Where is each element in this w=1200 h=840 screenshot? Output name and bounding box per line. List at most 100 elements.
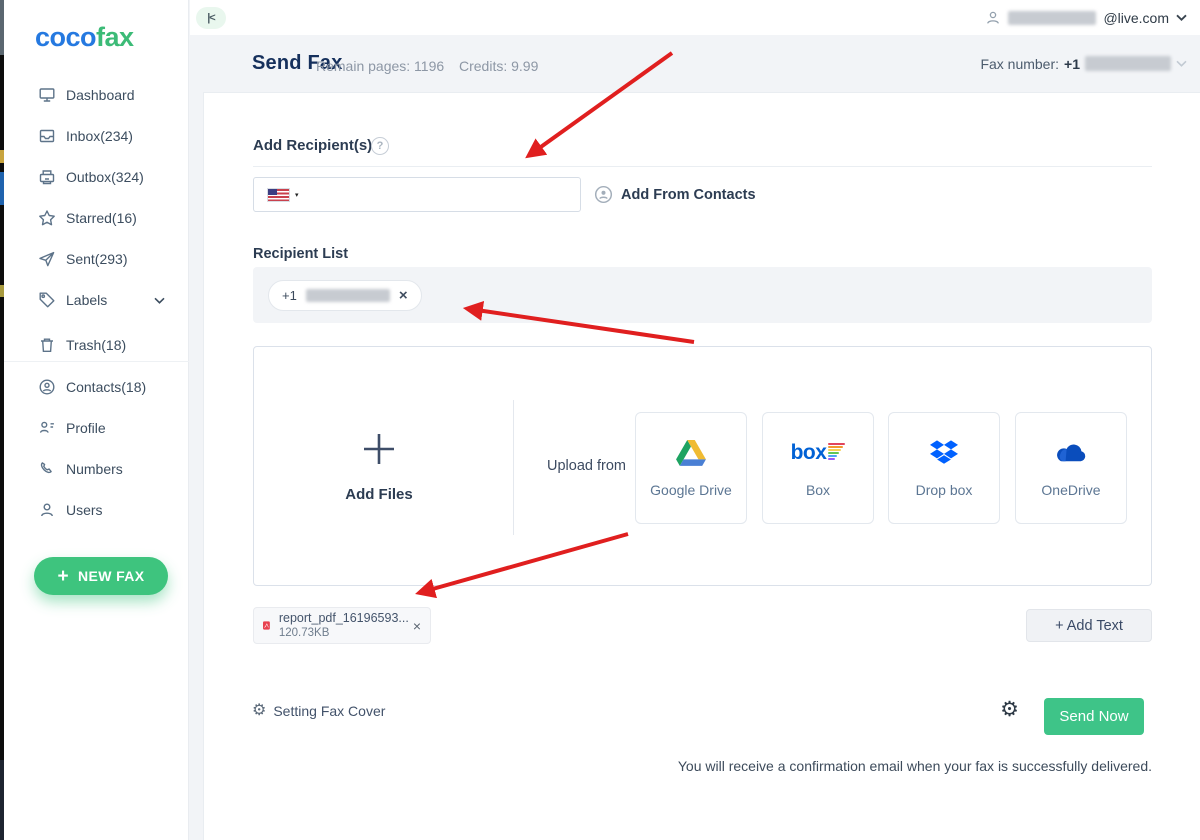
fax-number-label: Fax number: <box>980 56 1059 72</box>
blurred-fax-number <box>1085 56 1171 71</box>
sidebar-item-label: Sent(293) <box>66 251 127 267</box>
service-label: Drop box <box>916 482 973 498</box>
question-glyph: ? <box>377 140 384 152</box>
sidebar-item-users[interactable]: Users <box>4 490 189 530</box>
page-header: Send Fax Remain pages: 1196 Credits: 9.9… <box>190 35 1200 92</box>
upload-from-label: Upload from <box>547 458 626 474</box>
sidebar-item-label: Numbers <box>66 461 123 477</box>
chevron-down-icon <box>154 297 165 304</box>
onedrive-icon <box>1054 438 1088 468</box>
dropbox-icon <box>930 438 958 468</box>
profile-icon <box>38 419 56 437</box>
sidebar-divider <box>4 361 189 362</box>
topbar: |< @live.com <box>190 0 1200 35</box>
email-suffix: @live.com <box>1103 10 1169 26</box>
sidebar-item-label: Trash(18) <box>66 337 126 353</box>
recipient-number-input[interactable] <box>305 178 580 211</box>
outbox-icon <box>38 168 56 186</box>
remove-recipient-button[interactable]: × <box>399 288 408 303</box>
add-text-button[interactable]: + Add Text <box>1026 609 1152 642</box>
cocofax-logo: cocofax <box>35 22 134 53</box>
plus-icon: + <box>57 567 69 586</box>
star-icon <box>38 209 56 227</box>
add-files-label: Add Files <box>304 486 454 503</box>
blurred-email-prefix <box>1008 11 1096 25</box>
sidebar-item-sent[interactable]: Sent(293) <box>4 239 189 279</box>
send-settings-gear-icon[interactable]: ⚙ <box>1000 699 1019 720</box>
account-menu[interactable]: @live.com <box>985 0 1187 35</box>
add-recipients-title: Add Recipient(s) <box>253 137 372 154</box>
sidebar-item-outbox[interactable]: Outbox(324) <box>4 157 189 197</box>
recipient-chip-prefix: +1 <box>282 288 297 303</box>
sidebar-item-label: Dashboard <box>66 87 135 103</box>
file-name: report_pdf_16196593... <box>279 611 409 625</box>
person-icon <box>985 10 1001 26</box>
inbox-icon <box>38 127 56 145</box>
monitor-icon <box>38 86 56 104</box>
sidebar-item-profile[interactable]: Profile <box>4 408 189 448</box>
sidebar-item-label: Starred(16) <box>66 210 137 226</box>
logo-coco: coco <box>35 22 96 52</box>
recipient-list-title: Recipient List <box>253 246 348 262</box>
new-fax-button[interactable]: + NEW FAX <box>34 557 168 595</box>
confirmation-note: You will receive a confirmation email wh… <box>678 758 1152 774</box>
setting-fax-cover-button[interactable]: ⚙ Setting Fax Cover <box>252 703 385 719</box>
box-wordmark: box <box>791 444 827 462</box>
sidebar-item-label: Labels <box>66 292 107 308</box>
sidebar-item-label: Inbox(234) <box>66 128 133 144</box>
sidebar-item-label: Profile <box>66 420 106 436</box>
onedrive-button[interactable]: OneDrive <box>1015 412 1127 524</box>
sidebar-item-numbers[interactable]: Numbers <box>4 449 189 489</box>
plus-icon <box>360 430 398 468</box>
recipient-number-field: ▾ <box>253 177 581 212</box>
recipient-chip: +1 × <box>268 280 422 311</box>
recipient-list: +1 × <box>253 267 1152 323</box>
google-drive-button[interactable]: Google Drive <box>635 412 747 524</box>
user-icon <box>38 501 56 519</box>
main-area: |< @live.com Send Fax Remain pages: 1196… <box>190 0 1200 840</box>
file-size: 120.73KB <box>279 627 409 640</box>
credits: Credits: 9.99 <box>459 58 538 74</box>
sidebar-item-contacts[interactable]: Contacts(18) <box>4 367 189 407</box>
chevron-down-icon <box>1176 14 1187 21</box>
blurred-recipient-number <box>306 289 390 302</box>
send-now-button[interactable]: Send Now <box>1044 698 1144 735</box>
box-button[interactable]: box Box <box>762 412 874 524</box>
box-icon: box <box>791 438 846 468</box>
logo-fax: fax <box>96 22 134 52</box>
google-drive-icon <box>676 438 706 468</box>
help-icon[interactable]: ? <box>371 137 389 155</box>
add-from-contacts-button[interactable]: Add From Contacts <box>594 185 756 204</box>
service-label: Box <box>806 482 830 498</box>
service-label: OneDrive <box>1041 482 1100 498</box>
box-stripes <box>828 443 845 460</box>
sidebar-item-label: Users <box>66 502 103 518</box>
remain-pages: Remain pages: 1196 <box>316 58 444 74</box>
tag-icon <box>38 291 56 309</box>
phone-icon <box>38 460 56 478</box>
sidebar-item-dashboard[interactable]: Dashboard <box>4 75 189 115</box>
sidebar: cocofax Dashboard Inbox(234) Outbox(324)… <box>4 0 189 840</box>
fax-number-selector[interactable]: Fax number: +1 <box>980 35 1187 92</box>
sidebar-item-inbox[interactable]: Inbox(234) <box>4 116 189 156</box>
country-flag-dropdown[interactable] <box>268 189 289 201</box>
caret-down-icon[interactable]: ▾ <box>295 191 299 199</box>
gear-icon: ⚙ <box>252 703 266 719</box>
contact-circle-icon <box>38 378 56 396</box>
background-window-sliver <box>0 0 4 840</box>
setting-fax-cover-label: Setting Fax Cover <box>273 703 385 719</box>
contact-circle-icon <box>594 185 613 204</box>
collapse-sidebar-button[interactable]: |< <box>196 7 226 29</box>
add-files-button[interactable]: Add Files <box>304 430 454 503</box>
collapse-icon: |< <box>207 12 215 24</box>
send-fax-card: Add Recipient(s) ? ▾ Add From Contacts R… <box>203 92 1200 840</box>
fax-number-prefix: +1 <box>1064 56 1080 72</box>
sidebar-item-starred[interactable]: Starred(16) <box>4 198 189 238</box>
section-divider <box>253 166 1152 167</box>
dropbox-button[interactable]: Drop box <box>888 412 1000 524</box>
sidebar-item-trash[interactable]: Trash(18) <box>4 325 189 365</box>
remove-file-button[interactable]: × <box>413 618 421 634</box>
file-upload-area: Add Files Upload from Google Drive <box>253 346 1152 586</box>
sidebar-item-labels[interactable]: Labels <box>4 280 189 320</box>
chevron-down-icon <box>1176 60 1187 67</box>
